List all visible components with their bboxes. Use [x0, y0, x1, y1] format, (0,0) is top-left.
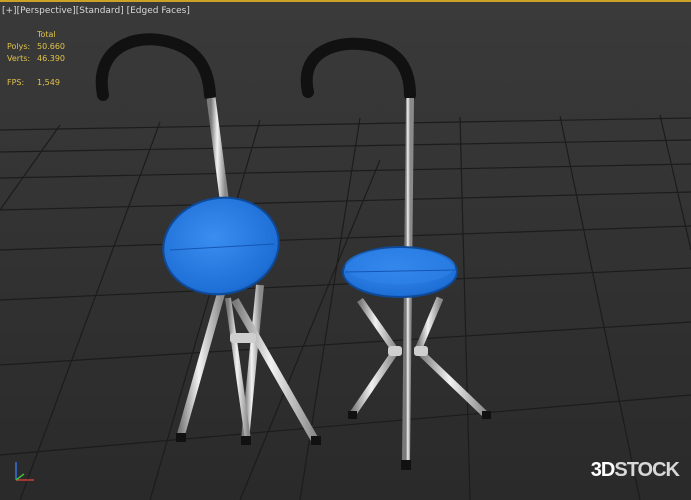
verts-value: 46.390: [37, 54, 65, 63]
watermark-stock: STOCK: [614, 459, 680, 481]
polys-label: Polys:: [7, 42, 31, 51]
viewport-menu-perspective[interactable]: [Perspective]: [17, 6, 76, 16]
fps-value: 1,549: [37, 78, 60, 87]
axis-gizmo-icon: [15, 462, 34, 481]
fps-label: FPS:: [7, 78, 25, 87]
watermark-3d: 3D: [590, 459, 616, 481]
viewport-menu-shading[interactable]: [Standard]: [76, 6, 124, 16]
viewport-label: [+][Perspective][Standard] [Edged Faces]: [2, 6, 190, 16]
watermark-logo: 3DSTOCK: [590, 459, 680, 482]
scene-render: [0, 33, 691, 500]
polys-value: 50.660: [37, 42, 65, 51]
viewport-statistics: Total Polys: 50.660 Verts: 46.390 FPS: 1,54…: [7, 29, 77, 89]
verts-label: Verts:: [7, 54, 31, 63]
viewport-menu-plus[interactable]: [+]: [2, 6, 17, 16]
ground-grid: [0, 114, 691, 500]
3d-viewport[interactable]: [+][Perspective][Standard] [Edged Faces]…: [0, 0, 691, 500]
stats-header: Total: [37, 30, 56, 39]
viewport-menu-edged-faces[interactable]: [Edged Faces]: [127, 6, 190, 16]
